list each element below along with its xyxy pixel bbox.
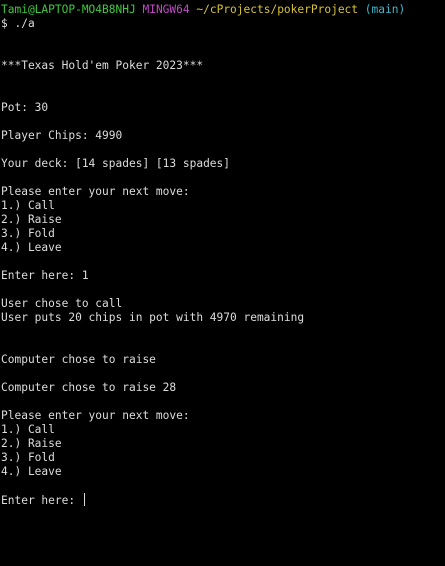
computer-raise-line: Computer chose to raise 28 — [1, 381, 177, 394]
menu-option-raise: 2.) Raise — [1, 213, 62, 226]
menu-option-raise: 2.) Raise — [1, 437, 62, 450]
user-chips-line: User puts 20 chips in pot with 4970 rema… — [1, 311, 305, 324]
menu-option-call: 1.) Call — [1, 423, 55, 436]
user-choice-line: User chose to call — [1, 297, 123, 310]
deck-line: Your deck: [14 spades] [13 spades] — [1, 157, 231, 170]
command-line: $ ./a — [1, 17, 35, 30]
input-line[interactable]: Enter here: — [1, 493, 445, 507]
computer-choice-line: Computer chose to raise — [1, 353, 156, 366]
player-chips-line: Player Chips: 4990 — [1, 129, 123, 142]
prompt-line: Tami@LAPTOP-MO4B8NHJ MINGW64 ~/cProjects… — [1, 3, 445, 17]
menu-prompt: Please enter your next move: — [1, 185, 190, 198]
menu-option-fold: 3.) Fold — [1, 227, 55, 240]
prompt-user-host: Tami@LAPTOP-MO4B8NHJ — [1, 3, 136, 16]
prompt-cwd: ~/cProjects/pokerProject — [196, 3, 359, 16]
pot-line: Pot: 30 — [1, 101, 49, 114]
prompt-branch: (main) — [364, 3, 406, 16]
text-cursor[interactable] — [83, 493, 85, 506]
menu-prompt: Please enter your next move: — [1, 409, 190, 422]
game-title: ***Texas Hold'em Poker 2023*** — [1, 59, 204, 72]
input-prompt: Enter here: — [1, 494, 82, 507]
menu-option-fold: 3.) Fold — [1, 451, 55, 464]
entry-line: Enter here: 1 — [1, 269, 89, 282]
menu-option-leave: 4.) Leave — [1, 241, 62, 254]
menu-option-call: 1.) Call — [1, 199, 55, 212]
menu-option-leave: 4.) Leave — [1, 465, 62, 478]
terminal-window[interactable]: Tami@LAPTOP-MO4B8NHJ MINGW64 ~/cProjects… — [0, 0, 445, 566]
prompt-shell: MINGW64 — [142, 3, 190, 16]
